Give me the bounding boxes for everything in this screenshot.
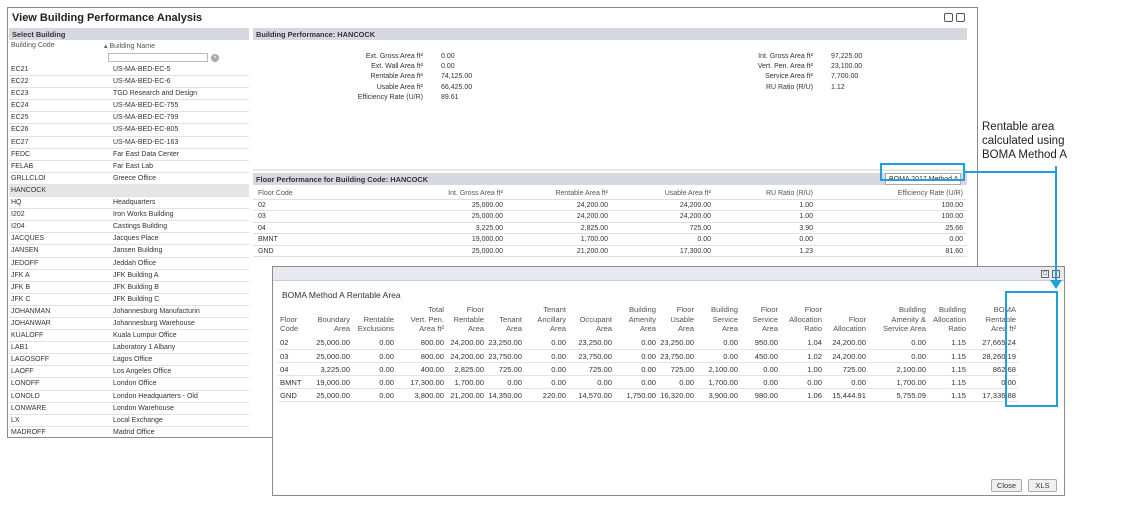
building-row[interactable]: HANCOCK: [9, 184, 249, 198]
boma-row[interactable]: GND 25,000.00 0.00 3,800.00 21,200.00 14,350.…: [278, 388, 1018, 402]
perf-metric: Service Area ft² 7,700.00: [765, 73, 859, 81]
maximize-icon[interactable]: □: [1041, 270, 1049, 278]
xls-button[interactable]: XLS: [1028, 479, 1057, 492]
building-performance-header: Building Performance: HANCOCK: [253, 28, 967, 40]
perf-metric: Usable Area ft² 66,425.00: [376, 83, 473, 91]
building-row[interactable]: JOHANWAR Johannesburg Warehouse: [9, 318, 249, 331]
building-row[interactable]: JFK C JFK Building C: [9, 294, 249, 306]
select-building-header: Select Building: [9, 28, 249, 40]
popup-title: BOMA Method A Rentable Area: [282, 290, 401, 300]
building-row[interactable]: JANSEN Jansen Building: [9, 245, 249, 258]
boma-col-header[interactable]: Tenant Ancillary Area: [524, 305, 568, 337]
perf-metric: RU Ratio (R/U) 1.12: [765, 83, 845, 91]
boma-row[interactable]: BMNT 19,000.00 0.00 17,300.00 1,700.00 0.00 0.…: [278, 375, 1018, 389]
building-row[interactable]: EC24 US-MA-BED-EC-755: [9, 100, 249, 113]
select-building-panel: Select Building Building Code ▴ Building…: [9, 28, 249, 437]
building-row[interactable]: HQ Headquarters: [9, 197, 249, 210]
floor-table-row[interactable]: 03 25,000.00 24,200.00 24,200.00 1.00 100.00: [253, 211, 967, 223]
boma-col-header[interactable]: Floor Code: [278, 305, 308, 337]
boma-col-header[interactable]: Building Amenity Area: [614, 305, 658, 337]
col-building-code[interactable]: Building Code: [11, 42, 55, 49]
building-row[interactable]: EC21 US-MA-BED-EC-5: [9, 64, 249, 77]
building-row[interactable]: FEDC Far East Data Center: [9, 149, 249, 161]
boma-col-header[interactable]: Floor Allocation: [824, 305, 868, 337]
building-row[interactable]: EC27 US-MA-BED-EC-163: [9, 137, 249, 149]
boma-col-header[interactable]: Floor Usable Area: [658, 305, 696, 337]
print-icon[interactable]: [944, 13, 953, 22]
building-row[interactable]: MADROFF Madrid Office: [9, 427, 249, 437]
perf-metric: Ext. Wall Area ft² 0.00: [371, 63, 455, 71]
building-row[interactable]: JFK B JFK Building B: [9, 282, 249, 294]
connector-line: [965, 171, 1056, 173]
building-row[interactable]: FELAB Far East Lab: [9, 161, 249, 173]
boma-col-header[interactable]: Floor Rentable Area: [446, 305, 486, 337]
building-row[interactable]: LONWARE London Warehouse: [9, 403, 249, 415]
perf-metric: Vert. Pen. Area ft² 23,100.00: [757, 63, 863, 71]
building-row[interactable]: LAB1 Laboratory 1 Albany: [9, 342, 249, 355]
building-row[interactable]: JEDOFF Jeddah Office: [9, 258, 249, 270]
boma-col-header[interactable]: Total Vert. Pen. Area ft²: [396, 305, 446, 337]
floor-table-row[interactable]: GND 25,000.00 21,200.00 17,300.00 1.23 81.60: [253, 246, 967, 257]
building-row[interactable]: GRLLCLOI Greece Office: [9, 173, 249, 185]
boma-col-header[interactable]: Occupant Area: [568, 305, 614, 337]
perf-metric: Efficiency Rate (U/R) 89.61: [357, 93, 459, 101]
boma-col-header[interactable]: Building Allocation Ratio: [928, 305, 968, 337]
building-row[interactable]: LONOFF London Office: [9, 378, 249, 391]
boma-col-header[interactable]: Tenant Area: [486, 305, 524, 337]
floor-table-header: Floor Code Int. Gross Area ft² Rentable Ar…: [253, 188, 967, 200]
boma-header-row: Floor Code Boundary Area Rentable Exclusions T…: [278, 305, 1018, 337]
boma-row[interactable]: 02 25,000.00 0.00 800.00 24,200.00 23,250.00 0…: [278, 336, 1018, 350]
boma-col-header[interactable]: Floor Service Area: [740, 305, 780, 337]
col-building-name[interactable]: ▴ Building Name: [104, 42, 155, 50]
floor-performance-header: Floor Performance for Building Code: HAN…: [253, 173, 967, 185]
boma-col-header[interactable]: Building Amenity & Service Area: [868, 305, 928, 337]
building-name-filter[interactable]: [108, 53, 208, 62]
building-row[interactable]: JOHANMAN Johannesburg Manufacturin: [9, 306, 249, 318]
building-row[interactable]: LAGOSOFF Lagos Office: [9, 354, 249, 367]
building-row[interactable]: I204 Castings Building: [9, 221, 249, 234]
email-icon[interactable]: [956, 13, 965, 22]
floor-table: Floor Code Int. Gross Area ft² Rentable Ar…: [253, 188, 967, 257]
annotation-text: Rentable area calculated using BOMA Meth…: [982, 121, 1068, 161]
building-row[interactable]: LAOFF Los Angeles Office: [9, 366, 249, 379]
boma-col-header[interactable]: Floor Allocation Ratio: [780, 305, 824, 337]
floor-table-row[interactable]: 04 3,225.00 2,825.00 725.00 3.90 25.66: [253, 223, 967, 234]
boma-col-header[interactable]: Building Service Area: [696, 305, 740, 337]
perf-metric: Ext. Gross Area ft² 0.00: [365, 53, 455, 60]
window-title: View Building Performance Analysis: [12, 12, 203, 24]
building-row[interactable]: LONOLD London Headquarters - Old: [9, 391, 249, 403]
building-row[interactable]: I202 Iron Works Building: [9, 209, 249, 222]
building-row[interactable]: JFK A JFK Building A: [9, 270, 249, 282]
building-row[interactable]: EC23 TGD Research and Design: [9, 88, 249, 101]
boma-table: Floor Code Boundary Area Rentable Exclusions T…: [278, 305, 1018, 402]
perf-metric: Int. Gross Area ft² 97,225.00: [758, 53, 863, 60]
building-row[interactable]: KUALOFF Kuala Lumpur Office: [9, 330, 249, 343]
boma-popup: □ × BOMA Method A Rentable Area FloorCod…: [272, 266, 1065, 496]
boma-col-header[interactable]: Boundary Area: [308, 305, 352, 337]
clear-filter-icon[interactable]: ×: [211, 54, 219, 62]
connector-line-vertical: [1055, 166, 1057, 282]
boma-col-header[interactable]: Rentable Exclusions: [352, 305, 396, 337]
building-row[interactable]: LX Local Exchange: [9, 415, 249, 427]
building-row[interactable]: JACQUES Jacques Place: [9, 233, 249, 246]
method-highlight: [880, 163, 965, 181]
perf-metric: Rentable Area ft² 74,125.00: [370, 73, 473, 81]
building-row[interactable]: EC25 US-MA-BED-EC-799: [9, 112, 249, 125]
building-row[interactable]: EC22 US-MA-BED-EC-6: [9, 76, 249, 89]
building-row[interactable]: EC26 US-MA-BED-EC-805: [9, 124, 249, 137]
rentable-column-highlight: [1005, 291, 1058, 407]
arrow-down-icon: [1050, 280, 1062, 289]
splitter[interactable]: [253, 169, 967, 171]
boma-row[interactable]: 04 3,225.00 0.00 400.00 2,825.00 725.00 0.00 72…: [278, 362, 1018, 376]
floor-table-row[interactable]: 02 25,000.00 24,200.00 24,200.00 1.00 100.00: [253, 200, 967, 211]
close-button[interactable]: Close: [991, 479, 1022, 492]
boma-row[interactable]: 03 25,000.00 0.00 800.00 24,200.00 23,750.00 0…: [278, 349, 1018, 363]
floor-table-row[interactable]: BMNT 19,000.00 1,700.00 0.00 0.00 0.00: [253, 234, 967, 246]
